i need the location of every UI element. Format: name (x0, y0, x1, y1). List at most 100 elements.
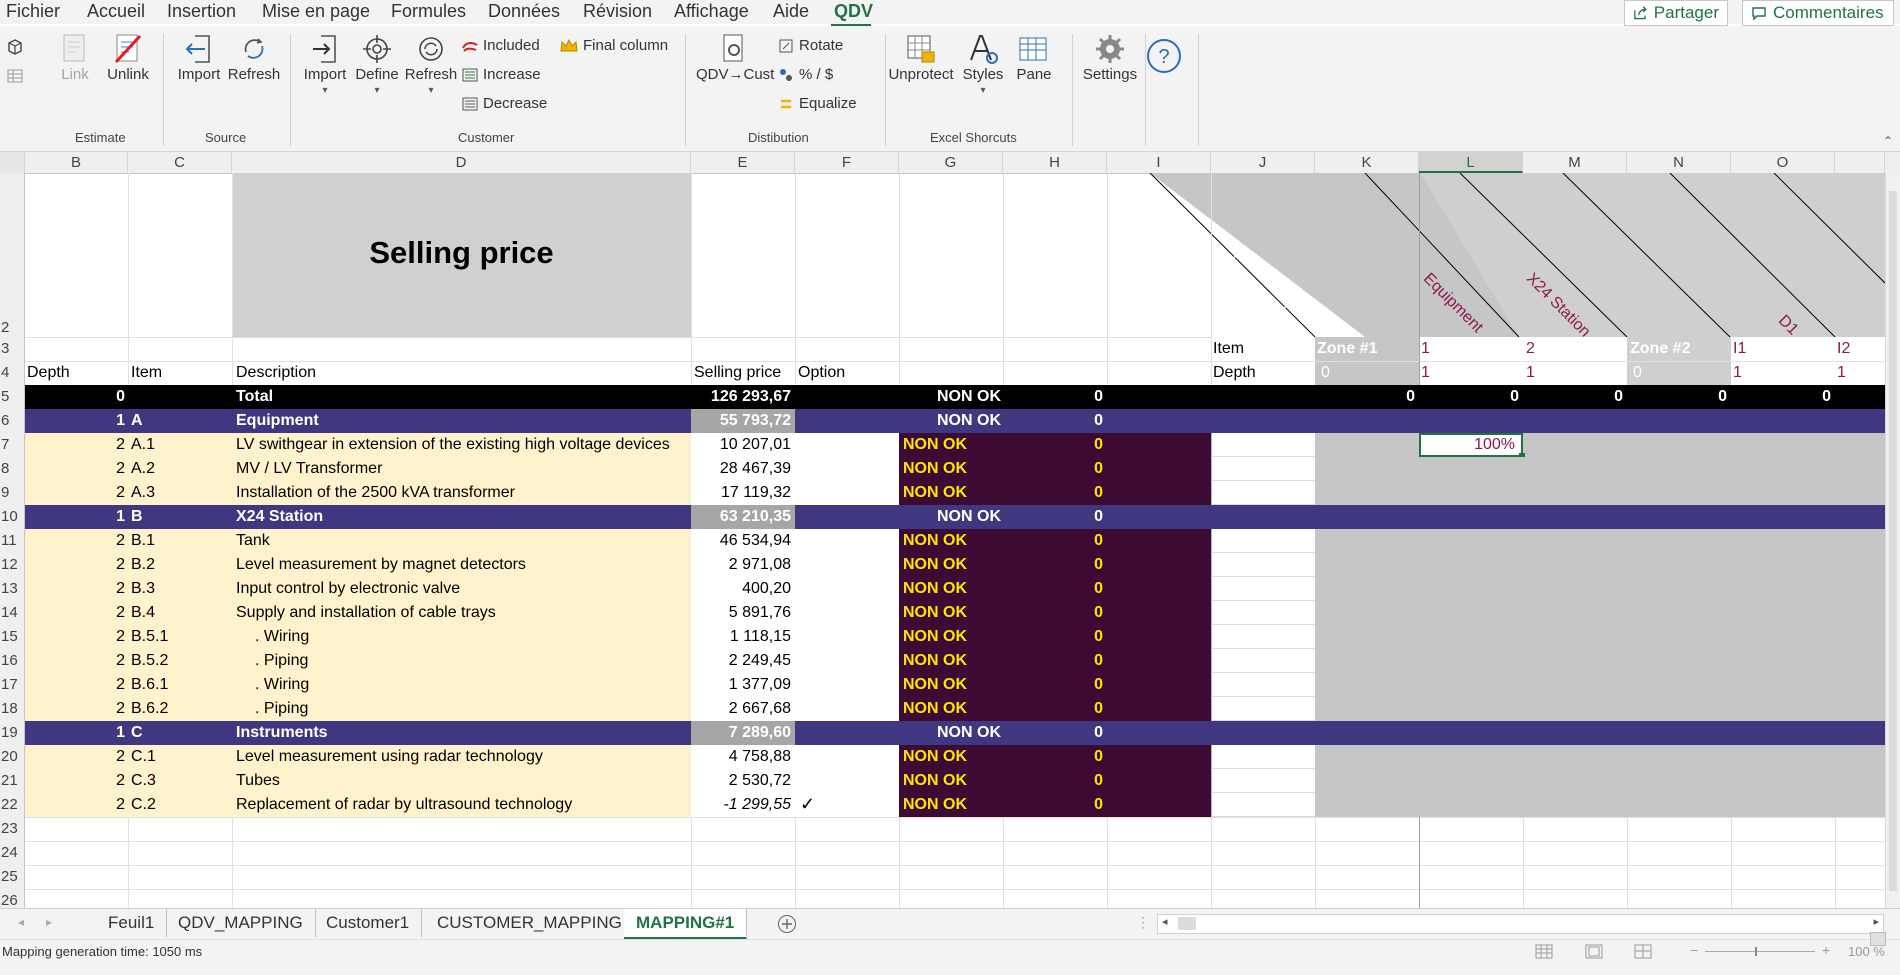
status-badge[interactable]: NON OK (903, 577, 967, 600)
cell-description[interactable]: Supply and installation of cable trays (236, 601, 496, 624)
cell-item[interactable]: A (131, 409, 143, 432)
cell-control-value[interactable]: 0 (1003, 385, 1103, 408)
customer-define-button[interactable]: Define ▾ (352, 32, 402, 96)
cell-control-value[interactable]: 0 (1003, 793, 1103, 816)
horizontal-scrollbar[interactable]: ◂ ▸ (1157, 914, 1884, 934)
row-header[interactable]: 25 (0, 865, 25, 889)
cell-item[interactable]: A.1 (131, 433, 155, 456)
menu-revision[interactable]: Révision (583, 1, 652, 22)
cell-description[interactable]: X24 Station (236, 505, 323, 528)
share-button[interactable]: Partager (1624, 0, 1728, 26)
cell-selling-price[interactable]: 46 534,94 (691, 529, 791, 552)
cell-item[interactable]: B.1 (131, 529, 155, 552)
cell-depth[interactable]: 1 (25, 505, 125, 528)
col-header-c[interactable]: C (128, 152, 232, 173)
equalize-button[interactable]: Equalize (778, 95, 857, 112)
cell-description[interactable]: . Wiring (255, 673, 309, 696)
row-header[interactable]: 9 (0, 481, 25, 505)
status-badge[interactable]: NON OK (937, 409, 1001, 432)
cell-selling-price[interactable]: 4 758,88 (691, 745, 791, 768)
menu-fichier[interactable]: Fichier (6, 1, 60, 22)
cell-depth[interactable]: 2 (25, 769, 125, 792)
cell-depth[interactable]: 2 (25, 601, 125, 624)
row-header[interactable]: 16 (0, 649, 25, 673)
cell-item[interactable]: B.6.1 (131, 673, 168, 696)
cell-depth[interactable]: 1 (25, 721, 125, 744)
row-header[interactable]: 10 (0, 505, 25, 529)
row-header[interactable]: 26 (0, 889, 25, 909)
status-badge[interactable]: NON OK (903, 769, 967, 792)
cell-item[interactable]: B.3 (131, 577, 155, 600)
cell-item[interactable]: B.2 (131, 553, 155, 576)
row-header[interactable]: 17 (0, 673, 25, 697)
status-badge[interactable]: NON OK (937, 721, 1001, 744)
row-header[interactable]: 15 (0, 625, 25, 649)
cell-item[interactable]: C.2 (131, 793, 156, 816)
row-header[interactable]: 7 (0, 433, 25, 457)
row-header[interactable]: 21 (0, 769, 25, 793)
percent-dollar-button[interactable]: % / $ (778, 66, 833, 83)
resize-grip[interactable] (1870, 932, 1886, 946)
cell-depth[interactable]: 2 (25, 793, 125, 816)
cell-control-value[interactable]: 0 (1003, 433, 1103, 456)
zoom-in-icon[interactable]: + (1822, 942, 1830, 958)
status-badge[interactable]: NON OK (937, 505, 1001, 528)
unprotect-button[interactable]: Unprotect (885, 32, 957, 83)
sheet-tab-mapping1[interactable]: MAPPING#1 (624, 909, 748, 940)
menu-formules[interactable]: Formules (391, 1, 466, 22)
cell-selling-price[interactable]: 63 210,35 (691, 505, 791, 528)
total-zone-value[interactable]: 0 (1419, 385, 1519, 408)
vertical-scrollbar[interactable] (1885, 173, 1900, 908)
cell-description[interactable]: . Piping (255, 697, 308, 720)
status-badge[interactable]: NON OK (903, 673, 967, 696)
status-badge[interactable]: NON OK (903, 481, 967, 504)
cell-item[interactable]: C (131, 721, 143, 744)
cell-selling-price[interactable]: 17 119,32 (691, 481, 791, 504)
col-header-o[interactable]: O (1731, 152, 1835, 173)
cell-depth[interactable]: 0 (25, 385, 125, 408)
cell-description[interactable]: Level measurement by magnet detectors (236, 553, 526, 576)
status-badge[interactable]: NON OK (937, 385, 1001, 408)
menu-aide[interactable]: Aide (773, 1, 809, 22)
cell-selling-price[interactable]: 2 971,08 (691, 553, 791, 576)
cell-description[interactable]: MV / LV Transformer (236, 457, 382, 480)
cell-selling-price[interactable]: -1 299,55 (691, 793, 791, 816)
status-badge[interactable]: NON OK (903, 601, 967, 624)
cell-description[interactable]: Equipment (236, 409, 319, 432)
row-header[interactable]: 18 (0, 697, 25, 721)
cell-depth[interactable]: 2 (25, 529, 125, 552)
cell-description[interactable]: LV swithgear in extension of the existin… (236, 433, 670, 456)
cell-description[interactable]: Tubes (236, 769, 280, 792)
cell-selling-price[interactable]: 5 891,76 (691, 601, 791, 624)
row-header[interactable]: 12 (0, 553, 25, 577)
status-badge[interactable]: NON OK (903, 553, 967, 576)
total-zone-value[interactable]: 0 (1315, 385, 1415, 408)
selected-cell-l7[interactable]: 100% (1419, 433, 1523, 457)
cell-description[interactable]: Level measurement using radar technology (236, 745, 543, 768)
included-button[interactable]: Included (462, 37, 540, 54)
cell-option[interactable]: ✓ (800, 793, 815, 816)
zoom-slider-thumb[interactable] (1755, 947, 1757, 956)
row-header[interactable]: 8 (0, 457, 25, 481)
row-header[interactable]: 22 (0, 793, 25, 817)
cell-selling-price[interactable]: 1 118,15 (691, 625, 791, 648)
decrease-button[interactable]: Decrease (462, 95, 547, 112)
cell-control-value[interactable]: 0 (1003, 409, 1103, 432)
cell-control-value[interactable]: 0 (1003, 721, 1103, 744)
cell-control-value[interactable]: 0 (1003, 673, 1103, 696)
cell-item[interactable]: B (131, 505, 143, 528)
cell-item[interactable]: B.5.1 (131, 625, 168, 648)
cell-selling-price[interactable]: 400,20 (691, 577, 791, 600)
sheet-tab-customer-mapping[interactable]: CUSTOMER_MAPPING (425, 909, 635, 937)
cell-depth[interactable]: 2 (25, 625, 125, 648)
row-header[interactable]: 13 (0, 577, 25, 601)
customer-refresh-button[interactable]: Refresh ▾ (403, 32, 459, 96)
col-header-f[interactable]: F (795, 152, 899, 173)
cell-control-value[interactable]: 0 (1003, 625, 1103, 648)
cell-item[interactable]: B.4 (131, 601, 155, 624)
col-header-b[interactable]: B (25, 152, 128, 173)
cell-depth[interactable]: 2 (25, 577, 125, 600)
menu-donnees[interactable]: Données (488, 1, 560, 22)
cell-control-value[interactable]: 0 (1003, 649, 1103, 672)
grid-small-icon[interactable] (7, 68, 23, 84)
